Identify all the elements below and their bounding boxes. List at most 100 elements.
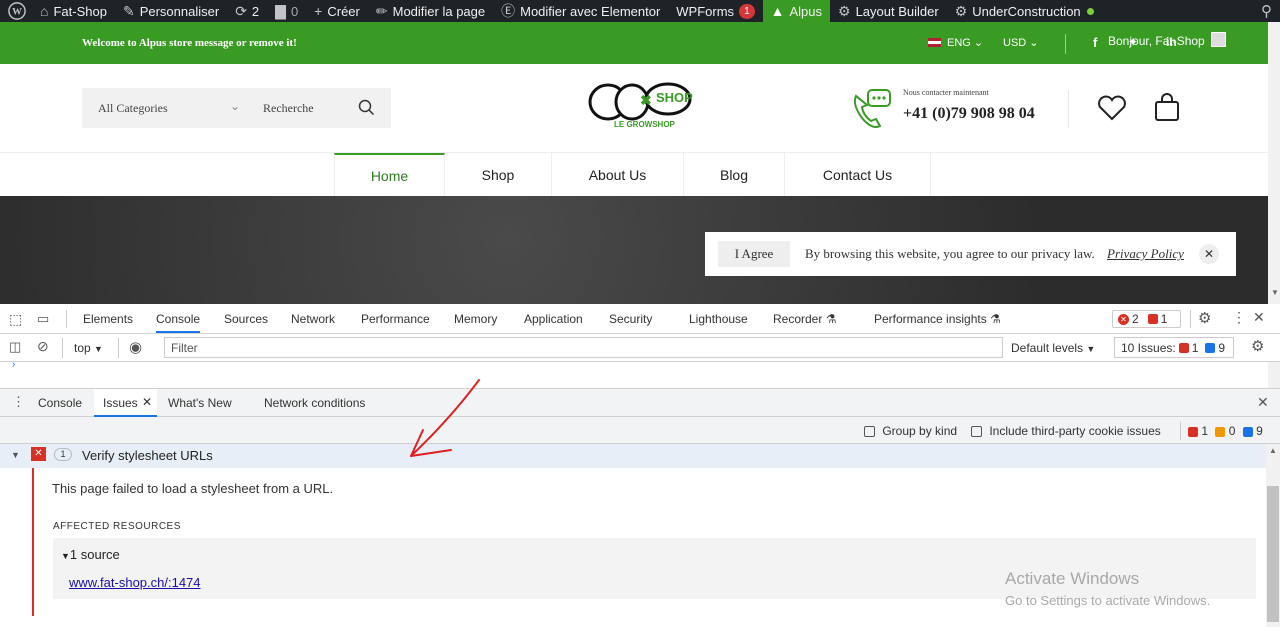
wishlist-heart-icon[interactable]: [1097, 95, 1127, 121]
avatar[interactable]: [1211, 32, 1226, 47]
tab-performance[interactable]: Performance: [361, 312, 430, 326]
currency-switcher[interactable]: USD ⌄: [1003, 36, 1039, 49]
close-drawer-icon[interactable]: ✕: [1257, 394, 1269, 411]
issues-counter[interactable]: 10 Issues: 1 9: [1114, 337, 1234, 358]
svg-text:W: W: [12, 7, 22, 18]
page-scrollbar[interactable]: ▼: [1268, 22, 1280, 304]
nav-item-about-us[interactable]: About Us: [552, 153, 684, 197]
settings-gear-icon[interactable]: ⚙: [1198, 309, 1211, 327]
user-greeting[interactable]: Bonjour, Fat-Shop: [1108, 34, 1205, 48]
updates-menu[interactable]: ⟳ 2: [227, 0, 267, 22]
tab-performance-insights[interactable]: Performance insights ⚗: [874, 312, 1001, 326]
cart-bag-icon[interactable]: [1153, 93, 1181, 123]
pencil-icon: ✏: [375, 2, 388, 19]
wpforms-menu[interactable]: WPForms 1: [668, 0, 762, 22]
tab-lighthouse[interactable]: Lighthouse: [689, 312, 748, 326]
nav-item-home[interactable]: Home: [334, 153, 445, 197]
issue-row-header[interactable]: ▼ ✕ 1 Verify stylesheet URLs: [0, 444, 1266, 468]
tab-memory[interactable]: Memory: [454, 312, 497, 326]
alpus-menu[interactable]: ▲ Alpus: [762, 0, 831, 22]
phone-chat-icon: [853, 89, 891, 128]
phone-number[interactable]: +41 (0)79 908 98 04: [903, 105, 1035, 123]
tab-sources[interactable]: Sources: [224, 312, 268, 326]
gear-icon: ⚙: [838, 2, 851, 19]
search-input[interactable]: Recherche: [263, 101, 314, 116]
scroll-down-arrow-icon[interactable]: ▼: [1271, 288, 1279, 297]
edit-page-link[interactable]: ✏ Modifier la page: [368, 0, 493, 22]
tab-elements[interactable]: Elements: [83, 312, 133, 326]
source-toggle[interactable]: ▼1 source: [61, 547, 120, 562]
layout-builder-menu[interactable]: ⚙ Layout Builder: [830, 0, 947, 22]
facebook-icon[interactable]: f: [1093, 35, 1097, 50]
close-tab-icon[interactable]: ✕: [142, 395, 152, 409]
alpus-logo-icon: ▲: [770, 3, 785, 19]
tab-application[interactable]: Application: [524, 312, 583, 326]
plus-icon: +: [314, 3, 323, 19]
console-settings-icon[interactable]: ⚙: [1251, 337, 1264, 355]
search-icon[interactable]: ⚲: [1253, 0, 1280, 22]
issues-scrollbar[interactable]: ▲: [1266, 444, 1280, 627]
device-toolbar-icon[interactable]: ▭: [37, 311, 49, 327]
close-devtools-icon[interactable]: ✕: [1253, 309, 1265, 326]
tab-network[interactable]: Network: [291, 312, 335, 326]
expand-triangle-icon: ▼: [61, 551, 70, 561]
issue-counts: 1 0 9: [1188, 424, 1263, 438]
wordpress-logo-icon[interactable]: W: [0, 0, 32, 22]
drawer-tab-console[interactable]: Console: [38, 396, 82, 410]
issue-info-icon: [1242, 426, 1253, 437]
us-flag-icon: [928, 38, 941, 47]
issue-description: This page failed to load a stylesheet fr…: [52, 481, 334, 496]
category-select[interactable]: All Categories: [98, 101, 168, 116]
logo-text: SHOP: [656, 90, 693, 105]
main-navigation: Home Shop About Us Blog Contact Us: [0, 152, 1268, 197]
drawer-menu-icon[interactable]: ⋮: [12, 394, 25, 410]
scrollbar-thumb[interactable]: [1267, 486, 1279, 622]
filter-input[interactable]: Filter: [164, 337, 1003, 358]
language-switcher[interactable]: ENG ⌄: [947, 36, 983, 49]
context-selector[interactable]: top ▼: [74, 341, 103, 355]
drawer-tab-whats-new[interactable]: What's New: [168, 396, 232, 410]
close-icon[interactable]: ✕: [1199, 244, 1219, 264]
comments-menu[interactable]: ▇ 0: [267, 0, 306, 22]
flask-icon: ⚗: [990, 312, 1001, 326]
site-name-menu[interactable]: ⌂ Fat-Shop: [32, 0, 115, 22]
refresh-icon: ⟳: [235, 2, 247, 19]
welcome-message: Welcome to Alpus store message or remove…: [82, 37, 297, 49]
group-by-kind-checkbox[interactable]: Group by kind: [864, 424, 957, 438]
tab-recorder[interactable]: Recorder ⚗: [773, 312, 836, 326]
under-construction-menu[interactable]: ⚙ UnderConstruction: [947, 0, 1102, 22]
third-party-checkbox[interactable]: Include third-party cookie issues: [971, 424, 1161, 438]
search-icon[interactable]: [358, 99, 375, 116]
tab-security[interactable]: Security: [609, 312, 652, 326]
drawer-tab-network-conditions[interactable]: Network conditions: [264, 396, 365, 410]
drawer-tab-issues[interactable]: Issues: [103, 396, 138, 410]
tab-console[interactable]: Console: [156, 312, 201, 333]
create-menu[interactable]: + Créer: [306, 0, 368, 22]
nav-item-contact-us[interactable]: Contact Us: [785, 153, 931, 197]
more-options-icon[interactable]: ⋮: [1232, 309, 1246, 326]
console-scrollbar[interactable]: [1268, 362, 1280, 388]
contact-label: Nous contacter maintenant: [903, 88, 989, 97]
svg-text:✖: ✖: [640, 92, 652, 108]
privacy-policy-link[interactable]: Privacy Policy: [1107, 246, 1184, 262]
scroll-up-arrow-icon[interactable]: ▲: [1269, 446, 1277, 455]
site-logo[interactable]: ✖ SHOP LE GROWSHOP: [588, 82, 693, 132]
nav-item-blog[interactable]: Blog: [684, 153, 785, 197]
error-counter[interactable]: ✕ 2 1: [1112, 310, 1181, 328]
levels-dropdown[interactable]: Default levels ▼: [1011, 341, 1095, 355]
flask-icon: ⚗: [825, 312, 837, 326]
home-icon: ⌂: [40, 3, 49, 19]
expand-triangle-icon[interactable]: ▼: [11, 450, 20, 460]
customize-menu[interactable]: ✎ Personnaliser: [115, 0, 227, 22]
agree-button[interactable]: I Agree: [718, 241, 790, 267]
source-link[interactable]: www.fat-shop.ch/:1474: [69, 575, 201, 590]
sidebar-toggle-icon[interactable]: ◫: [9, 339, 21, 355]
issue-info-icon: [1205, 342, 1216, 353]
eye-icon[interactable]: ◉: [129, 338, 142, 356]
issue-error-bar: [32, 468, 34, 616]
nav-item-shop[interactable]: Shop: [445, 153, 552, 197]
edit-elementor-link[interactable]: Ⓔ Modifier avec Elementor: [493, 0, 668, 22]
clear-console-icon[interactable]: ⊘: [37, 338, 49, 355]
inspect-element-icon[interactable]: ⬚: [9, 311, 22, 328]
error-icon: ✕: [1118, 313, 1129, 325]
